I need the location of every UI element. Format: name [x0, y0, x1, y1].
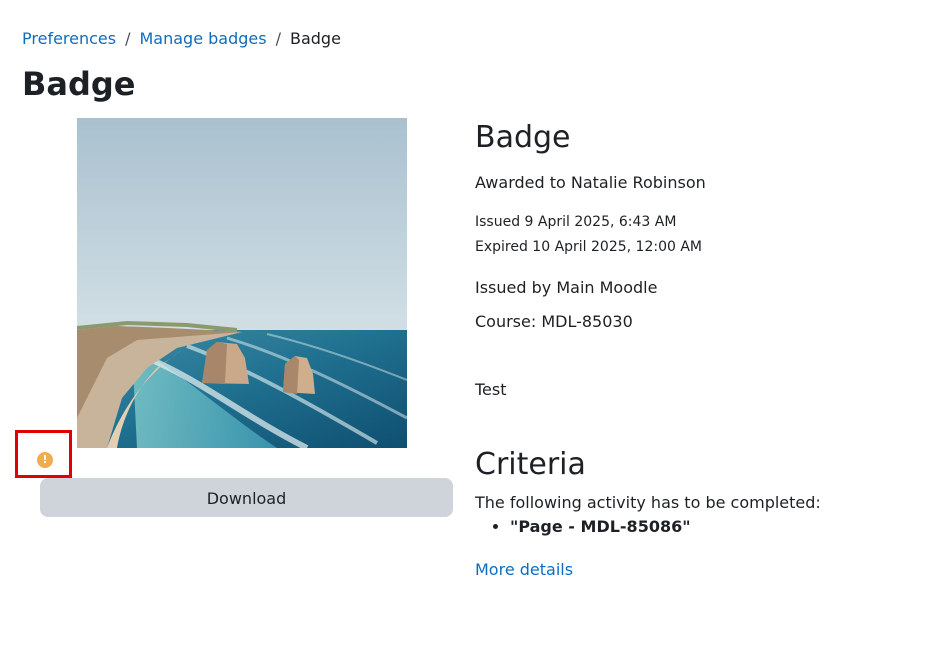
breadcrumb: Preferences / Manage badges / Badge: [22, 28, 341, 50]
criteria-item: "Page - MDL-85086": [510, 516, 691, 538]
breadcrumb-current: Badge: [289, 29, 341, 48]
issued-date-text: Issued 9 April 2025, 6:43 AM: [475, 214, 677, 230]
badge-name-heading: Badge: [475, 120, 571, 155]
expired-date-text: Expired 10 April 2025, 12:00 AM: [475, 239, 703, 255]
breadcrumb-separator: /: [275, 29, 281, 48]
warning-circle-icon[interactable]: !: [37, 452, 53, 468]
badge-image: [77, 118, 407, 448]
criteria-intro: The following activity has to be complet…: [475, 493, 821, 512]
breadcrumb-manage-badges[interactable]: Manage badges: [140, 29, 267, 48]
more-details-link[interactable]: More details: [475, 559, 573, 581]
badge-page: Preferences / Manage badges / Badge Badge: [0, 0, 929, 650]
criteria-heading: Criteria: [475, 447, 586, 482]
breadcrumb-preferences[interactable]: Preferences: [22, 29, 116, 48]
badge-description: Test: [475, 380, 507, 399]
course-text: Course: MDL-85030: [475, 312, 633, 331]
page-title: Badge: [22, 65, 136, 103]
breadcrumb-separator: /: [125, 29, 131, 48]
download-button[interactable]: Download: [40, 478, 453, 517]
criteria-list: "Page - MDL-85086": [475, 516, 691, 538]
issued-by-text: Issued by Main Moodle: [475, 278, 658, 297]
awarded-to-text: Awarded to Natalie Robinson: [475, 173, 706, 192]
